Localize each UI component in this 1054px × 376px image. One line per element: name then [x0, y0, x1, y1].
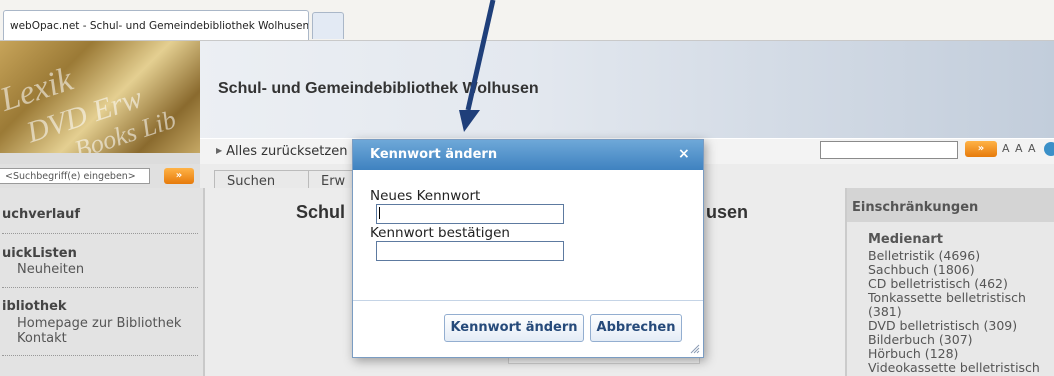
facet-item[interactable]: Sachbuch (1806) — [868, 263, 975, 277]
text-caret — [379, 207, 380, 219]
reset-link[interactable]: ▶ Alles zurücksetzen — [216, 144, 347, 159]
new-tab-button[interactable] — [312, 12, 344, 39]
close-icon[interactable]: × — [678, 146, 690, 162]
search-input[interactable]: <Suchbegriff(e) eingeben> — [0, 168, 150, 184]
site-logo: Lexik DVD Erw Books Lib — [0, 41, 200, 153]
main-heading: Schul — [296, 202, 346, 222]
sidebar-divider — [2, 287, 198, 288]
facet-item[interactable]: Hörbuch (128) — [868, 347, 958, 361]
sidebar-item-kontakt[interactable]: Kontakt — [17, 331, 67, 346]
site-title: Schul- und Gemeindebibliothek Wolhusen — [218, 80, 539, 97]
resize-grip-icon[interactable] — [690, 344, 700, 354]
sidebar-heading-library: ibliothek — [2, 299, 67, 314]
facet-item[interactable]: Videokassette belletristisch — [868, 361, 1040, 375]
change-password-button[interactable]: Kennwort ändern — [444, 314, 584, 342]
facet-item[interactable]: CD belletristisch (462) — [868, 277, 1008, 291]
sidebar-item-neuheiten[interactable]: Neuheiten — [17, 262, 84, 277]
sidebar-heading-quicklists: uickListen — [2, 246, 77, 261]
sidebar-divider — [2, 355, 198, 356]
facet-item[interactable]: DVD belletristisch (309) — [868, 319, 1017, 333]
quick-search-input[interactable] — [820, 141, 958, 159]
dialog-divider — [353, 300, 703, 301]
facet-group-title: Medienart — [868, 232, 943, 247]
sidebar-divider — [2, 233, 198, 234]
confirm-password-label: Kennwort bestätigen — [370, 225, 510, 241]
facet-item[interactable]: Bilderbuch (307) — [868, 333, 973, 347]
confirm-password-field[interactable] — [376, 241, 564, 261]
sidebar-item-homepage[interactable]: Homepage zur Bibliothek — [17, 316, 181, 331]
filter-panel-title: Einschränkungen — [852, 200, 979, 215]
facet-item[interactable]: Belletristik (4696) — [868, 249, 980, 263]
facet-item[interactable]: Tonkassette belletristisch — [868, 291, 1026, 305]
sidebar-heading-history[interactable]: uchverlauf — [2, 207, 80, 222]
font-size-control[interactable]: A A A — [1002, 142, 1037, 155]
refresh-icon[interactable] — [1044, 142, 1054, 156]
browser-tab-active[interactable]: webOpac.net - Schul- und Gemeindebibliot… — [3, 10, 309, 40]
logo-collage-graphic: Lexik DVD Erw Books Lib — [0, 61, 179, 153]
facet-item-count[interactable]: (381) — [868, 305, 902, 319]
quick-search-go-button[interactable]: » — [965, 141, 997, 157]
main-heading-tail: usen — [706, 202, 749, 222]
search-go-button[interactable]: » — [164, 168, 194, 184]
dialog-title: Kennwort ändern — [370, 147, 498, 162]
cancel-button[interactable]: Abbrechen — [590, 314, 682, 342]
new-password-field[interactable] — [376, 204, 564, 224]
reset-link-label: Alles zurücksetzen — [226, 144, 348, 159]
bullet-arrow-icon: ▶ — [216, 146, 223, 155]
new-password-label: Neues Kennwort — [370, 188, 481, 204]
